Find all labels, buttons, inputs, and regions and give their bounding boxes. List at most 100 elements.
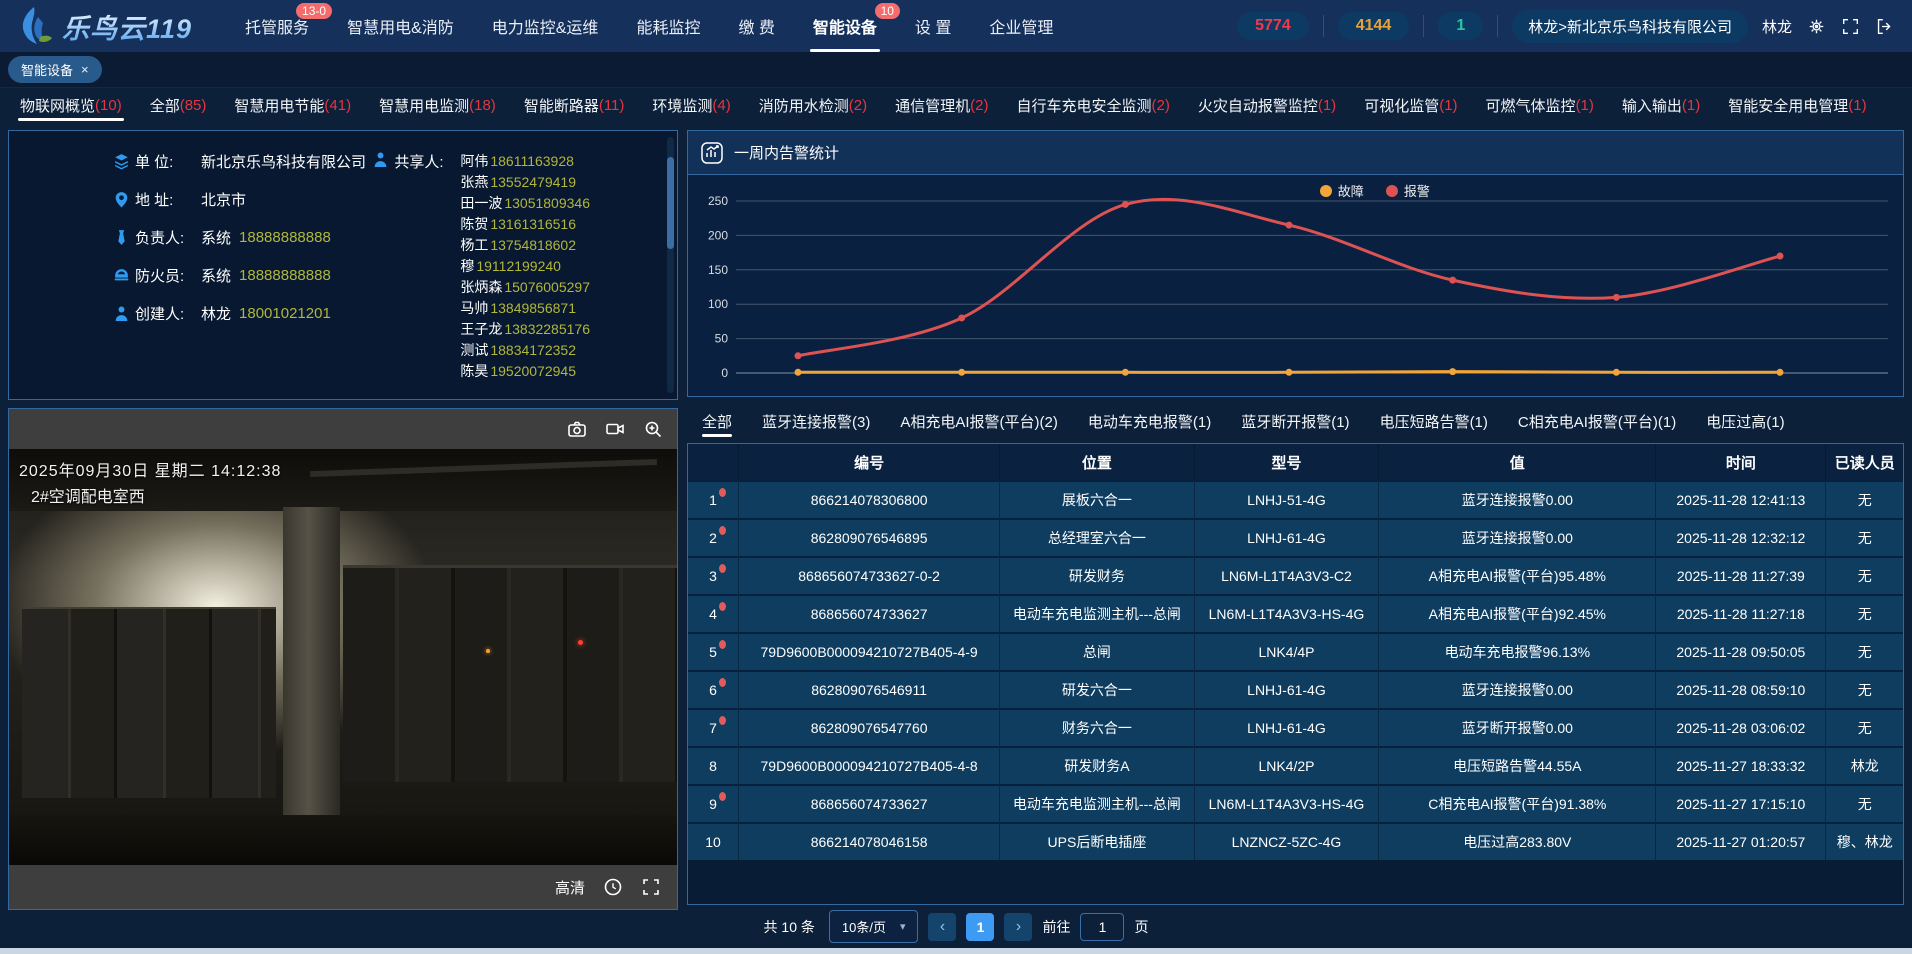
logo-icon — [14, 5, 54, 47]
legend-item[interactable]: 故障 — [1320, 181, 1364, 200]
page-size-select[interactable]: 10条/页 ▾ — [829, 910, 919, 943]
page-label: 页 — [1134, 917, 1148, 937]
stat-badge[interactable]: 4144 — [1338, 12, 1410, 40]
table-row[interactable]: 8 79D9600B000094210727B405-4-8 研发财务A LNK… — [688, 746, 1903, 784]
unread-dot — [719, 602, 726, 611]
stat-badge[interactable]: 1 — [1438, 12, 1483, 40]
person-icon — [372, 151, 394, 391]
menu-item[interactable]: 托管服务 13-0 — [226, 0, 328, 52]
tab-smart-devices[interactable]: 智能设备 × — [8, 56, 102, 83]
table-row[interactable]: 10 866214078046158 UPS后断电插座 LNZNCZ-5ZC-4… — [688, 822, 1903, 860]
menu-item[interactable]: 智慧用电&消防 — [328, 0, 473, 52]
menu-badge: 13-0 — [296, 3, 332, 19]
close-icon[interactable]: × — [81, 62, 89, 77]
bottom-strip — [0, 948, 1912, 954]
expand-fullscreen-icon[interactable] — [641, 877, 661, 897]
fireguard-field: 防火员: 系统 18888888888 — [113, 265, 372, 286]
table-row[interactable]: 1 866214078306800 展板六合一 LNHJ-51-4G 蓝牙连接报… — [688, 480, 1903, 518]
goto-page-input[interactable] — [1080, 913, 1124, 941]
prev-page-button[interactable]: ‹ — [928, 913, 956, 941]
alert-type-tab[interactable]: 蓝牙断开报警(1) — [1230, 399, 1360, 443]
shared-person: 田一波13051809346 — [460, 193, 671, 214]
table-header-row: 编号 位置 型号 值 时间 已读人员 — [688, 444, 1903, 480]
chart-legend: 故障 报警 — [1320, 181, 1430, 200]
company-selector[interactable]: 林龙>新北京乐鸟科技有限公司 — [1512, 10, 1748, 43]
shared-person: 张燕13552479419 — [460, 172, 671, 193]
category-tab[interactable]: 可燃气体监控(1) — [1472, 88, 1608, 122]
shared-person: 测试18834172352 — [460, 340, 671, 361]
next-page-button[interactable]: › — [1004, 913, 1032, 941]
alert-type-tab[interactable]: 电压过高(1) — [1695, 399, 1795, 443]
alert-type-tab[interactable]: A相充电AI报警(平台)(2) — [889, 399, 1069, 443]
category-tab[interactable]: 可视化监管(1) — [1350, 88, 1471, 122]
table-row[interactable]: 6 862809076546911 研发六合一 LNHJ-61-4G 蓝牙连接报… — [688, 670, 1903, 708]
stat-badge[interactable]: 5774 — [1237, 12, 1309, 40]
svg-text:250: 250 — [708, 194, 728, 208]
manager-phone: 18888888888 — [239, 229, 331, 246]
chevron-down-icon: ▾ — [900, 920, 906, 933]
category-tab[interactable]: 智能断路器(11) — [510, 88, 639, 122]
line-chart: 050100150200250 — [688, 175, 1903, 396]
chart-title: 一周内告警统计 — [734, 142, 839, 163]
svg-text:50: 50 — [715, 332, 729, 346]
chart-icon — [700, 141, 724, 165]
fireguard-phone: 18888888888 — [239, 267, 331, 284]
unit-field: 单 位: 新北京乐鸟科技有限公司 — [113, 151, 372, 172]
table-row[interactable]: 4 868656074733627 电动车充电监测主机---总闸 LN6M-L1… — [688, 594, 1903, 632]
settings-gear-icon[interactable] — [1806, 16, 1826, 36]
main-menu: 托管服务 13-0 智慧用电&消防 电力监控&运维 能耗监控 缴 费 — [226, 0, 1072, 52]
snapshot-camera-icon[interactable] — [567, 419, 587, 439]
alert-type-tab[interactable]: 电压短路告警(1) — [1369, 399, 1499, 443]
legend-dot — [1320, 185, 1332, 197]
unread-dot — [719, 488, 726, 497]
video-location-label: 2#空调配电室西 — [31, 483, 145, 507]
category-tab[interactable]: 智能安全用电管理(1) — [1714, 88, 1880, 122]
alert-type-tab[interactable]: 全部 — [691, 399, 743, 443]
category-tab[interactable]: 通信管理机(2) — [881, 88, 1002, 122]
user-name[interactable]: 林龙 — [1762, 16, 1792, 37]
video-record-icon[interactable] — [605, 419, 625, 439]
menu-item[interactable]: 电力监控&运维 — [473, 0, 618, 52]
open-tabs-bar: 智能设备 × — [0, 52, 1912, 88]
logout-icon[interactable] — [1874, 16, 1894, 36]
shared-people-list: 阿伟18611163928 张燕13552479419 田一波130518093… — [460, 151, 671, 387]
category-tab[interactable]: 智慧用电节能(41) — [220, 88, 365, 122]
table-row[interactable]: 7 862809076547760 财务六合一 LNHJ-61-4G 蓝牙断开报… — [688, 708, 1903, 746]
camera-video[interactable]: 2025年09月30日 星期二 14:12:38 2#空调配电室西 — [9, 449, 677, 865]
alert-type-tab[interactable]: C相充电AI报警(平台)(1) — [1507, 399, 1687, 443]
alert-type-tabs: 全部 蓝牙连接报警(3) A相充电AI报警(平台)(2) 电动车充电报警(1) … — [687, 399, 1904, 443]
category-tab[interactable]: 全部(85) — [136, 88, 221, 122]
menu-item[interactable]: 智能设备 10 — [794, 0, 896, 52]
table-row[interactable]: 2 862809076546895 总经理室六合一 LNHJ-61-4G 蓝牙连… — [688, 518, 1903, 556]
category-tab[interactable]: 消防用水检测(2) — [745, 88, 881, 122]
manager-field: 负责人: 系统 18888888888 — [113, 227, 372, 248]
col-model: 型号 — [1195, 444, 1380, 480]
table-row[interactable]: 9 868656074733627 电动车充电监测主机---总闸 LN6M-L1… — [688, 784, 1903, 822]
alert-type-tab[interactable]: 电动车充电报警(1) — [1077, 399, 1222, 443]
category-tab[interactable]: 物联网概览(10) — [6, 88, 136, 122]
menu-item[interactable]: 企业管理 — [970, 0, 1072, 52]
alert-type-tab[interactable]: 蓝牙连接报警(3) — [751, 399, 881, 443]
hd-quality-button[interactable]: 高清 — [555, 877, 585, 898]
menu-item[interactable]: 缴 费 — [719, 0, 793, 52]
shared-person: 陈昊19520072945 — [460, 361, 671, 382]
refresh-icon[interactable] — [603, 877, 623, 897]
fullscreen-icon[interactable] — [1840, 16, 1860, 36]
menu-item[interactable]: 设 置 — [896, 0, 970, 52]
zoom-in-icon[interactable] — [643, 419, 663, 439]
category-tab[interactable]: 输入输出(1) — [1608, 88, 1714, 122]
legend-item[interactable]: 报警 — [1386, 181, 1430, 200]
category-tab[interactable]: 火灾自动报警监控(1) — [1184, 88, 1350, 122]
shared-person: 杨工13754818602 — [460, 235, 671, 256]
scrollbar[interactable] — [667, 137, 674, 393]
shared-people-section: 共享人: 阿伟18611163928 张燕13552479419 田一波1305… — [372, 145, 671, 391]
category-tab[interactable]: 环境监测(4) — [638, 88, 744, 122]
table-row[interactable]: 3 868656074733627-0-2 研发财务 LN6M-L1T4A3V3… — [688, 556, 1903, 594]
category-tab[interactable]: 智慧用电监测(18) — [365, 88, 510, 122]
table-row[interactable]: 5 79D9600B000094210727B405-4-9 总闸 LNK4/4… — [688, 632, 1903, 670]
category-tab[interactable]: 自行车充电安全监测(2) — [1002, 88, 1183, 122]
nav-right: 5774 4144 1 林龙>新北京乐鸟科技有限公司 林龙 — [1237, 10, 1894, 43]
current-page-button[interactable]: 1 — [966, 913, 994, 941]
col-location: 位置 — [1000, 444, 1194, 480]
menu-item[interactable]: 能耗监控 — [617, 0, 719, 52]
